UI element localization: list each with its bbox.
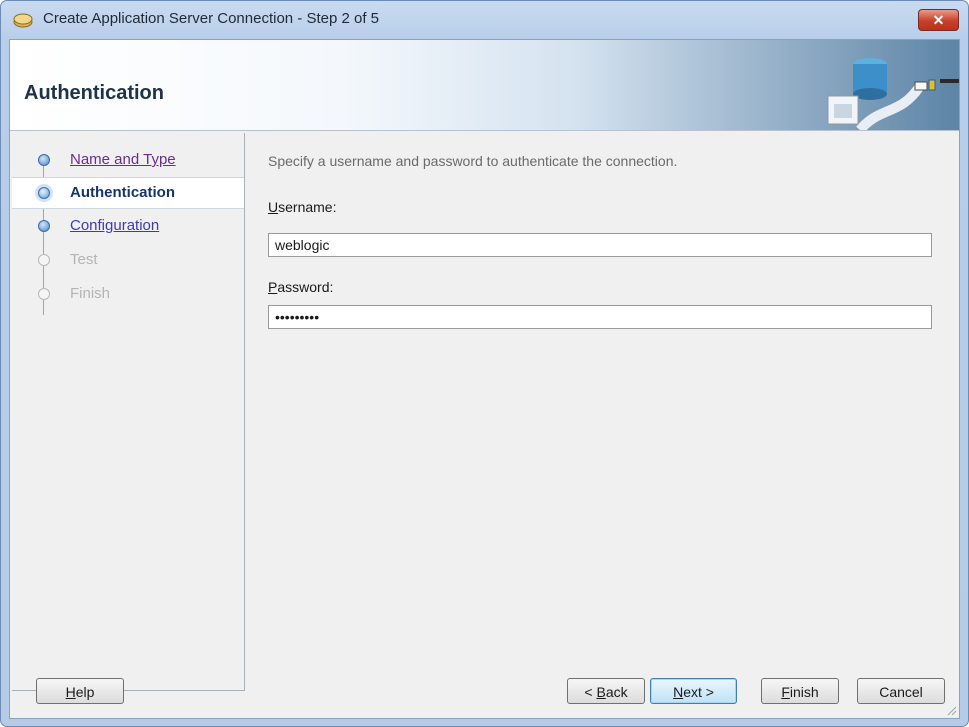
help-label: elp [75,684,95,700]
password-mnemonic: P [268,279,278,295]
step-pending-icon [38,220,50,232]
back-button[interactable]: < Back [567,678,645,704]
steps-navigation: Name and Type Authentication Configurati… [12,133,245,691]
help-button[interactable]: Help [36,678,124,704]
window-title: Create Application Server Connection - S… [43,10,380,27]
password-label-text: assword: [277,279,334,295]
username-label-text: sername: [278,199,337,215]
finish-mnemonic: F [781,684,790,700]
finish-label: inish [789,684,819,700]
step-authentication[interactable]: Authentication [12,177,244,209]
step-current-icon [38,187,50,199]
back-prefix: < [584,684,597,700]
password-input[interactable] [268,305,932,329]
dialog-body: Authentication Name and Type Authenticat… [9,39,960,719]
finish-button[interactable]: Finish [761,678,839,704]
next-button[interactable]: Next > [650,678,737,704]
app-icon [13,13,33,28]
dialog-window: Create Application Server Connection - S… [0,0,969,727]
step-name-and-type[interactable]: Name and Type [12,145,244,175]
step-finish: Finish [12,279,244,309]
username-label: Username: [268,199,336,215]
password-label: Password: [268,279,333,295]
username-input[interactable] [268,233,932,257]
step-label: Name and Type [70,151,176,168]
back-label: ack [605,684,628,700]
close-button[interactable]: ✕ [918,9,959,31]
next-label: ext > [683,684,714,700]
form-panel: Specify a username and password to authe… [250,133,958,690]
step-label: Configuration [70,217,160,234]
page-title: Authentication [24,82,164,104]
step-complete-icon [38,154,50,166]
server-connection-illustration-icon [827,58,959,130]
header-banner: Authentication [10,40,959,131]
username-mnemonic: U [268,199,279,215]
step-disabled-icon [38,288,50,300]
close-icon: ✕ [932,12,945,28]
instruction-text: Specify a username and password to authe… [268,153,678,169]
cancel-button[interactable]: Cancel [857,678,945,704]
step-label: Authentication [70,184,175,201]
step-disabled-icon [38,254,50,266]
resize-grip-icon[interactable] [945,704,957,716]
step-label: Test [70,251,98,268]
button-bar: Help < Back Next > Finish Cancel [10,660,959,718]
step-configuration[interactable]: Configuration [12,211,244,241]
next-mnemonic: N [673,684,684,700]
step-label: Finish [70,285,111,302]
step-test: Test [12,245,244,275]
title-bar[interactable]: Create Application Server Connection - S… [1,1,968,39]
help-mnemonic: H [65,684,76,700]
back-mnemonic: B [596,684,606,700]
